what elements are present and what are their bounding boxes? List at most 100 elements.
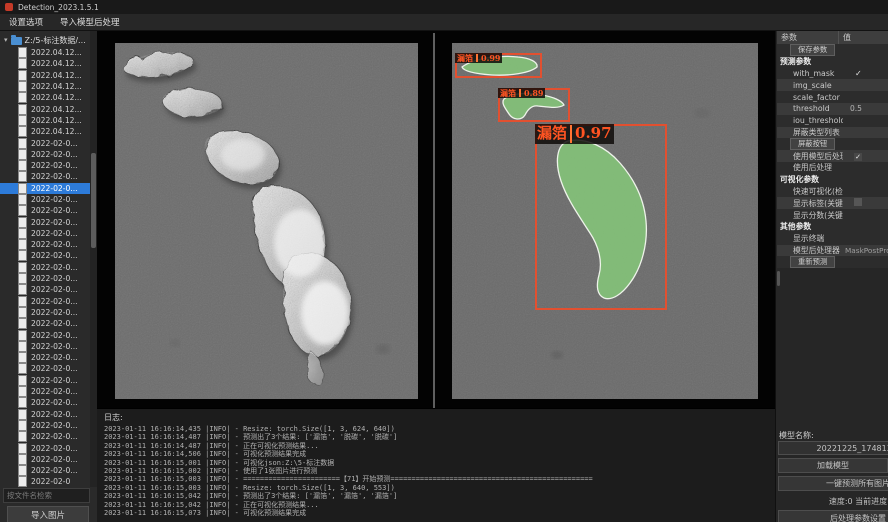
tree-item[interactable]: 2022-02-0... xyxy=(0,262,90,273)
param-row[interactable]: 显示标签(关键点) xyxy=(777,197,888,209)
tree-item[interactable]: 2022-02-0... xyxy=(0,160,90,171)
tree-item[interactable]: 2022-02-0... xyxy=(0,465,90,476)
checkbox[interactable]: ✓ xyxy=(854,153,862,161)
param-value: ✓ xyxy=(843,152,888,161)
title-bar: Detection_2023.1.5.1 xyxy=(0,0,888,14)
detection-score: 0.89 xyxy=(524,88,543,98)
tree-item-label: 2022.04.12... xyxy=(31,82,82,91)
tree-item-label: 2022-02-0... xyxy=(31,161,78,170)
expand-arrow-icon[interactable]: ▾ xyxy=(4,37,8,44)
param-row[interactable]: threshold0.5 xyxy=(777,103,888,115)
label-divider xyxy=(519,89,521,97)
tree-item[interactable]: 2022-02-0... xyxy=(0,386,90,397)
menu-item-import-postprocess[interactable]: 导入模型后处理 xyxy=(60,16,120,28)
tree-item[interactable]: 2022-02-0... xyxy=(0,318,90,329)
tree-item[interactable]: 2022-02-0... xyxy=(0,137,90,148)
param-row[interactable]: iou_threshold xyxy=(777,115,888,127)
tree-item[interactable]: 2022-02-0... xyxy=(0,284,90,295)
tree-item-label: 2022-02-0... xyxy=(31,444,78,453)
detection-box: 漏箔0.99 xyxy=(455,53,542,78)
tree-item[interactable]: 2022-02-0... xyxy=(0,205,90,216)
params-scrollbar-thumb[interactable] xyxy=(777,271,780,286)
param-row[interactable]: 显示分数(关键点) xyxy=(777,209,888,221)
param-section-row: 可视化参数 xyxy=(777,174,888,186)
predict-all-button[interactable]: 一键预测所有图片 xyxy=(778,476,888,491)
tree-item[interactable]: 2022.04.12... xyxy=(0,70,90,81)
tree-item[interactable]: 2022-02-0... xyxy=(0,329,90,340)
tree-item[interactable]: 2022-02-0... xyxy=(0,183,90,194)
tree-item[interactable]: 2022-02-0... xyxy=(0,442,90,453)
tree-item[interactable]: 2022-02-0... xyxy=(0,228,90,239)
tree-item[interactable]: 2022-02-0... xyxy=(0,149,90,160)
tree-item[interactable]: 2022.04.12... xyxy=(0,103,90,114)
tree-item-label: 2022-02-0... xyxy=(31,466,78,475)
tree-item[interactable]: 2022-02-0... xyxy=(0,307,90,318)
param-row[interactable]: img_scale xyxy=(777,79,888,91)
file-icon xyxy=(18,58,27,69)
original-image-panel[interactable] xyxy=(115,43,418,399)
tree-item[interactable]: 2022-02-0... xyxy=(0,363,90,374)
tree-scrollbar-thumb[interactable] xyxy=(91,153,96,248)
tree-item[interactable]: 2022-02-0... xyxy=(0,341,90,352)
postprocess-settings-button[interactable]: 后处理参数设置 xyxy=(778,510,888,522)
tree-item[interactable]: 2022-02-0... xyxy=(0,194,90,205)
tree-item[interactable]: 2022.04.12... xyxy=(0,81,90,92)
tree-item[interactable]: 2022.04.12... xyxy=(0,47,90,58)
log-line: 2023-01-11 16:16:15,003 |INFO| - =======… xyxy=(104,475,775,483)
log-line: 2023-01-11 16:16:15,042 |INFO| - 预测出了3个结… xyxy=(104,492,775,500)
param-row[interactable]: 模型后处理器MaskPostPro xyxy=(777,245,888,257)
tree-item[interactable]: 2022-02-0... xyxy=(0,273,90,284)
model-name-select[interactable]: 20221225_174813... xyxy=(778,441,888,455)
tree-item-label: 2022.04.12... xyxy=(31,48,82,57)
tree-item-label: 2022-02-0... xyxy=(31,342,78,351)
file-tree: ▾ Z:/5-标注数据/... 2022.04.12...2022.04.12.… xyxy=(0,34,90,488)
param-row[interactable]: with_mask✓ xyxy=(777,68,888,80)
tree-item[interactable]: 2022-02-0... xyxy=(0,352,90,363)
detection-label: 漏箔0.99 xyxy=(455,53,502,63)
tree-item[interactable]: 2022-02-0... xyxy=(0,250,90,261)
file-icon xyxy=(18,273,27,284)
tree-item[interactable]: 2022-02-0... xyxy=(0,409,90,420)
tree-item-label: 2022-02-0... xyxy=(31,240,78,249)
tree-item[interactable]: 2022.04.12... xyxy=(0,115,90,126)
tree-item[interactable]: 2022-02-0... xyxy=(0,216,90,227)
param-row[interactable]: scale_factor xyxy=(777,91,888,103)
tree-item[interactable]: 2022-02-0... xyxy=(0,397,90,408)
param-button[interactable]: 保存参数 xyxy=(790,44,835,56)
file-icon xyxy=(18,149,27,160)
tree-root-folder[interactable]: ▾ Z:/5-标注数据/... xyxy=(0,34,90,47)
import-images-button[interactable]: 导入图片 xyxy=(7,506,89,522)
tree-item[interactable]: 2022-02-0... xyxy=(0,454,90,465)
tree-item[interactable]: 2022-02-0... xyxy=(0,375,90,386)
tree-item[interactable]: 2022.04.12... xyxy=(0,58,90,69)
param-row[interactable]: 使用后处理 xyxy=(777,162,888,174)
checkbox[interactable] xyxy=(854,198,862,206)
menu-item-settings[interactable]: 设置选项 xyxy=(9,16,43,28)
tree-scrollbar[interactable] xyxy=(90,31,97,487)
param-row[interactable]: 屏蔽类型列表 xyxy=(777,127,888,139)
tree-item[interactable]: 2022-02-0... xyxy=(0,171,90,182)
param-row[interactable]: 显示终端 xyxy=(777,233,888,245)
tree-item[interactable]: 2022.04.12... xyxy=(0,92,90,103)
search-input[interactable] xyxy=(3,488,90,503)
param-row[interactable]: 使用模型后处理✓ xyxy=(777,150,888,162)
param-value: MaskPostPro xyxy=(843,246,888,255)
tree-item[interactable]: 2022-02-0 xyxy=(0,476,90,487)
tree-item[interactable]: 2022.04.12... xyxy=(0,126,90,137)
file-icon xyxy=(18,228,27,239)
tree-item-label: 2022-02-0... xyxy=(31,331,78,340)
file-icon xyxy=(18,363,27,374)
window-title: Detection_2023.1.5.1 xyxy=(18,3,99,12)
tree-item[interactable]: 2022-02-0... xyxy=(0,420,90,431)
file-icon xyxy=(18,318,27,329)
load-model-button[interactable]: 加载模型 xyxy=(778,458,888,473)
log-panel[interactable]: 日志: 2023-01-11 16:16:14,435 |INFO| - Res… xyxy=(97,408,775,522)
param-button[interactable]: 屏蔽按钮 xyxy=(790,138,835,150)
prediction-image-panel[interactable]: 漏箔0.99漏箔0.89漏箔0.97 xyxy=(452,43,758,399)
tree-item[interactable]: 2022-02-0... xyxy=(0,431,90,442)
param-row[interactable]: 快速可视化(检测) xyxy=(777,186,888,198)
param-button[interactable]: 重新预测 xyxy=(790,256,835,268)
tree-item[interactable]: 2022-02-0... xyxy=(0,239,90,250)
image-splitter[interactable] xyxy=(433,33,435,410)
tree-item[interactable]: 2022-02-0... xyxy=(0,296,90,307)
